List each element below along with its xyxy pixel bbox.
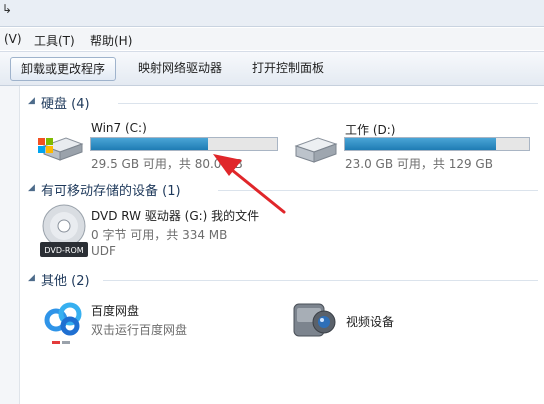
dvd-file-system: UDF xyxy=(91,244,116,258)
dvd-space-text: 0 字节 可用，共 334 MB xyxy=(91,228,228,242)
baidu-netdisk-icon xyxy=(44,302,82,344)
navigation-pane[interactable] xyxy=(0,86,20,404)
drive-usage-bar xyxy=(344,137,530,151)
collapse-chevron-icon[interactable]: ◢ xyxy=(28,96,35,106)
item-description: 双击运行百度网盘 xyxy=(91,323,188,337)
section-divider xyxy=(103,280,538,281)
drive-usage-fill xyxy=(345,138,496,150)
menu-view[interactable]: (V) xyxy=(4,32,22,46)
menu-bar: (V) 工具(T) 帮助(H) xyxy=(0,28,544,50)
drive-name: 工作 (D:) xyxy=(345,123,396,137)
drive-name: Win7 (C:) xyxy=(91,121,147,135)
uninstall-program-button[interactable]: 卸载或更改程序 xyxy=(10,57,117,81)
section-divider xyxy=(118,103,538,104)
hard-drive-windows-icon xyxy=(38,137,84,161)
window-title-bar: ↳ xyxy=(0,0,544,27)
hard-drive-icon xyxy=(294,137,338,163)
section-title: 有可移动存储的设备 (1) xyxy=(41,184,181,199)
section-other[interactable]: ◢ 其他 (2) xyxy=(28,270,538,290)
command-toolbar: 卸载或更改程序 映射网络驱动器 打开控制面板 xyxy=(0,51,544,86)
back-arrow-icon[interactable]: ↳ xyxy=(2,2,12,16)
item-name: 百度网盘 xyxy=(91,304,140,318)
menu-help[interactable]: 帮助(H) xyxy=(90,32,132,49)
map-network-drive-button[interactable]: 映射网络驱动器 xyxy=(128,57,232,79)
drive-usage-fill xyxy=(91,138,209,150)
section-divider xyxy=(218,190,538,191)
drive-space-text: 29.5 GB 可用，共 80.0 GB xyxy=(91,157,243,171)
section-removable-storage[interactable]: ◢ 有可移动存储的设备 (1) xyxy=(28,180,538,200)
section-hard-disks[interactable]: ◢ 硬盘 (4) xyxy=(28,93,538,113)
webcam-icon xyxy=(293,303,336,337)
dvd-disc-icon: DVD-ROM xyxy=(40,204,88,257)
drive-space-text: 23.0 GB 可用，共 129 GB xyxy=(345,157,493,171)
dvd-icon-label: DVD-ROM xyxy=(44,246,83,255)
section-title: 其他 (2) xyxy=(41,274,90,289)
item-name: 视频设备 xyxy=(346,315,395,329)
collapse-chevron-icon[interactable]: ◢ xyxy=(28,273,35,283)
menu-tools[interactable]: 工具(T) xyxy=(34,32,75,49)
drive-usage-bar xyxy=(90,137,278,151)
open-control-panel-button[interactable]: 打开控制面板 xyxy=(242,57,334,79)
collapse-chevron-icon[interactable]: ◢ xyxy=(28,183,35,193)
section-title: 硬盘 (4) xyxy=(41,97,90,112)
dvd-name: DVD RW 驱动器 (G:) 我的文件 xyxy=(91,209,260,223)
